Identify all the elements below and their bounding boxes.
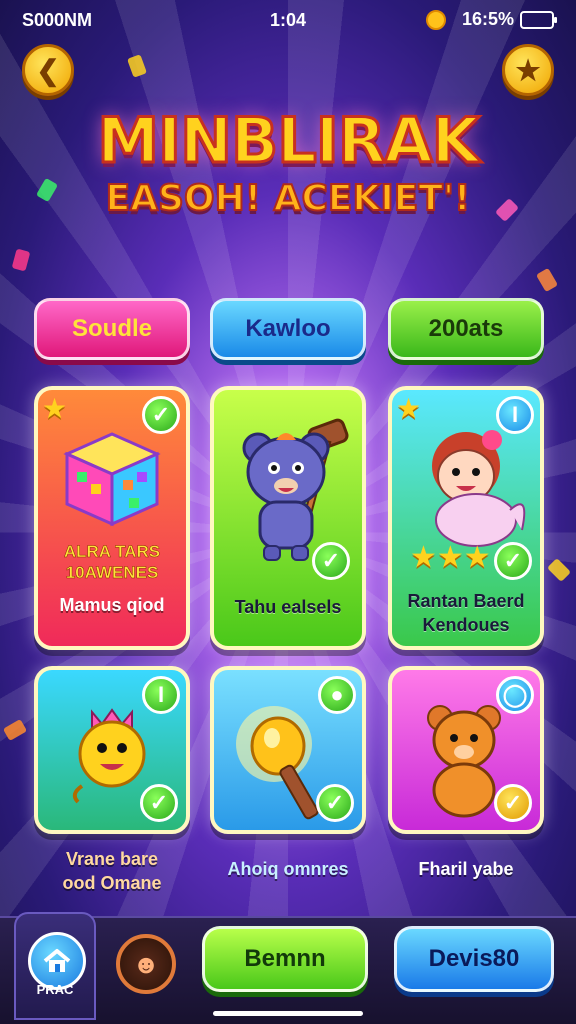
- star-icon: ★: [515, 54, 541, 86]
- home-tab[interactable]: PRAC: [14, 912, 96, 1020]
- coin-icon: [425, 9, 446, 30]
- home-icon: [43, 949, 71, 972]
- game-card-cube[interactable]: ★ ✓ ALRA TARS 10AWENES Mamus qiod: [34, 386, 190, 650]
- confetti-decoration: [546, 557, 572, 583]
- confetti-decoration: [2, 718, 28, 742]
- card-title-line1: Rantan Baerd: [407, 591, 525, 611]
- home-indicator: [213, 1011, 363, 1016]
- check-icon: ✓: [316, 784, 354, 822]
- devis-button[interactable]: Devis80: [394, 926, 554, 992]
- cube-art: [38, 424, 186, 534]
- card-title: Tahu ealsels: [234, 597, 342, 617]
- avatar-icon: ☻: [132, 948, 160, 979]
- game-card-bear[interactable]: ✓ Tahu ealsels: [210, 386, 366, 650]
- back-arrow-icon: ❮: [36, 54, 60, 86]
- card-label: Ahoiq omnres: [227, 859, 349, 879]
- game-card-creature[interactable]: I ✓: [34, 666, 190, 834]
- game-card-cub[interactable]: ◯ ✓: [388, 666, 544, 834]
- confetti-decoration: [11, 248, 31, 272]
- card-sub-line2: 10AWENES: [65, 563, 159, 583]
- check-icon: ✓: [140, 784, 178, 822]
- check-icon: ✓: [312, 542, 350, 580]
- battery-percent: 16:5%: [461, 9, 514, 29]
- battery-icon: [520, 10, 557, 29]
- status-right: 16:5%: [425, 9, 557, 30]
- check-icon: ✓: [494, 542, 532, 580]
- favorites-button[interactable]: ★: [502, 44, 554, 96]
- game-card-hammer[interactable]: ● ✓: [210, 666, 366, 834]
- star-icon: ★: [42, 393, 68, 424]
- status-bar: S000NM 1:04 16:5%: [0, 0, 576, 40]
- tab-200ats[interactable]: 200ats: [388, 298, 544, 360]
- back-button[interactable]: ❮: [22, 44, 74, 96]
- card-label-line2: ood Omane: [62, 873, 162, 893]
- card-label: Fharil yabe: [418, 859, 514, 879]
- check-icon: ✓: [494, 784, 532, 822]
- game-card-girl[interactable]: ★ I ★★★ ✓ Rantan Baerd Kendoues: [388, 386, 544, 650]
- game-title: MINBLIRAK: [96, 103, 481, 179]
- game-subtitle: EASOH! ACEKIET'!: [105, 177, 472, 220]
- card-title-line2: Kendoues: [422, 615, 510, 635]
- card-title: Mamus qiod: [59, 595, 165, 615]
- tab-soudle[interactable]: Soudle: [34, 298, 190, 360]
- card-label-line1: Vrane bare: [65, 849, 159, 869]
- profile-button[interactable]: ☻: [116, 934, 176, 994]
- play-button[interactable]: Bemnn: [202, 926, 368, 992]
- confetti-decoration: [535, 267, 559, 293]
- home-label: PRAC: [36, 982, 74, 997]
- card-sub-line1: ALRA TARS: [63, 542, 161, 562]
- confetti-decoration: [127, 54, 147, 78]
- tab-kawloo[interactable]: Kawloo: [210, 298, 366, 360]
- girl-art: [392, 420, 540, 560]
